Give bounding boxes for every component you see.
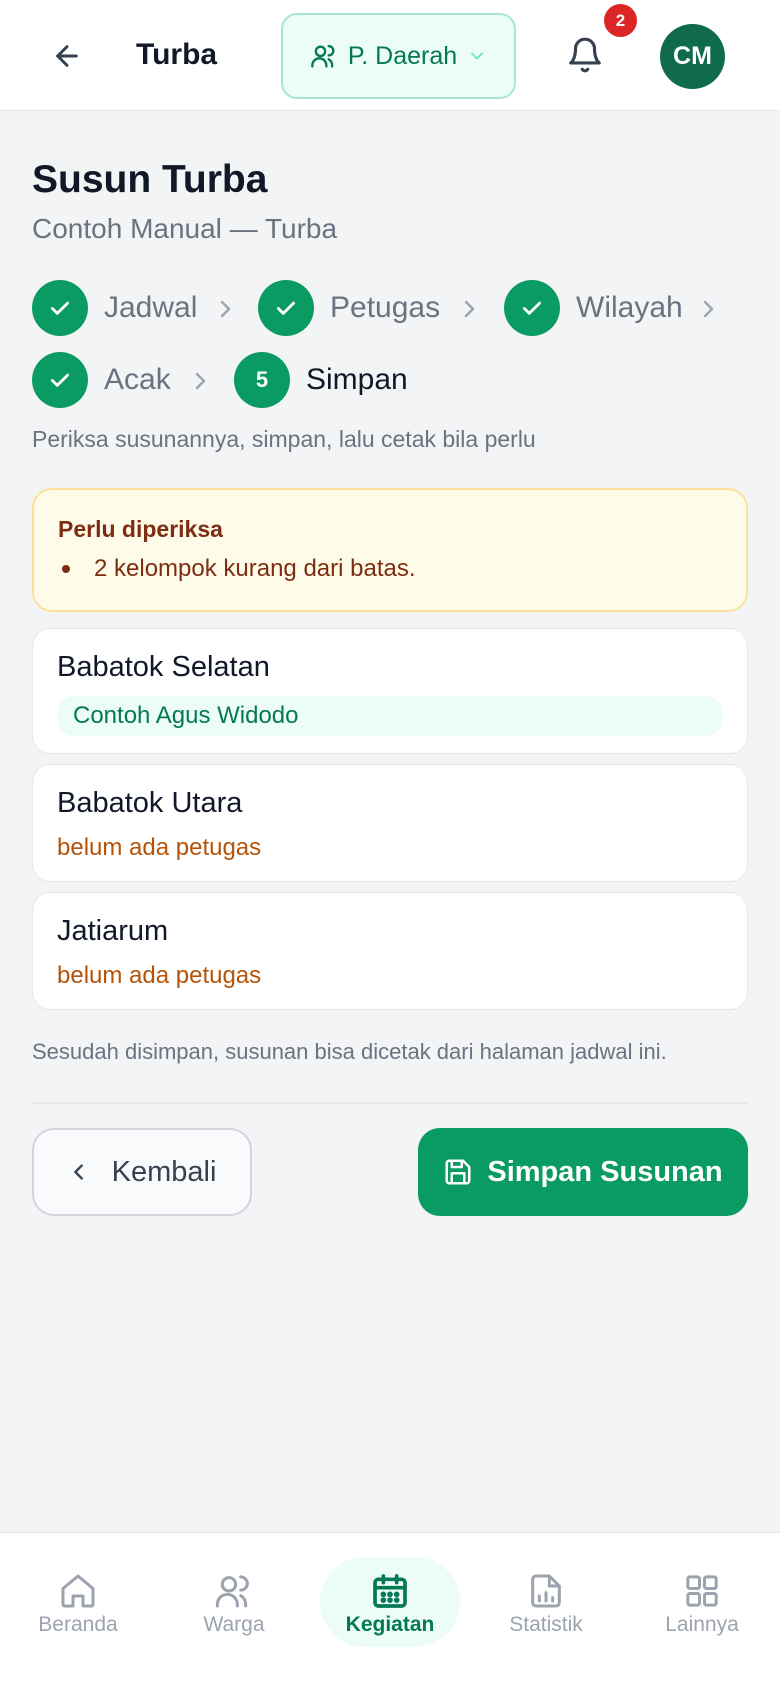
step-hint: Periksa susunannya, simpan, lalu cetak b… <box>32 426 536 452</box>
app-header: Turba P. Daerah 2 CM <box>0 0 780 111</box>
bottom-navigation: Beranda Warga Kegiatan Statistik Lainnya <box>0 1532 780 1688</box>
step-wilayah: Wilayah <box>504 280 683 336</box>
nav-label: Beranda <box>38 1613 118 1636</box>
arrow-left-icon <box>56 45 78 67</box>
nav-item-warga[interactable]: Warga <box>164 1571 304 1665</box>
step-number: 5 <box>234 352 290 408</box>
step-done-indicator <box>32 280 88 336</box>
role-label: P. Daerah <box>347 41 458 70</box>
nav-item-statistik[interactable]: Statistik <box>476 1571 616 1665</box>
notifications-button[interactable] <box>560 30 610 80</box>
alert-title: Perlu diperiksa <box>58 516 223 542</box>
bell-icon <box>569 37 601 73</box>
chart-file-icon <box>531 1574 561 1608</box>
group-name: Babatok Selatan <box>57 651 270 683</box>
chevron-down-icon <box>471 52 484 60</box>
step-label: Acak <box>104 363 171 396</box>
header-title: Turba <box>136 38 218 71</box>
step-label: Jadwal <box>104 291 198 324</box>
step-simpan: 5 Simpan <box>234 352 408 408</box>
role-selector[interactable]: P. Daerah <box>281 13 516 99</box>
footer-note: Sesudah disimpan, susunan bisa dicetak d… <box>32 1039 667 1064</box>
unassigned-status: belum ada petugas <box>57 834 262 861</box>
step-petugas: Petugas <box>258 280 440 336</box>
chevron-right-icon <box>220 300 231 318</box>
chevron-left-icon <box>73 1164 83 1180</box>
save-icon <box>445 1159 471 1185</box>
page-title: Susun Turba <box>32 158 268 201</box>
step-done-indicator <box>504 280 560 336</box>
step-label: Simpan <box>306 363 408 396</box>
alert-item-text: 2 kelompok kurang dari batas. <box>94 555 416 582</box>
nav-item-kegiatan[interactable]: Kegiatan <box>320 1557 460 1647</box>
divider <box>32 1102 748 1104</box>
step-label: Wilayah <box>576 291 683 324</box>
users-icon <box>215 1575 249 1608</box>
chevron-right-icon <box>464 300 475 318</box>
check-icon <box>277 301 295 315</box>
nav-label: Statistik <box>509 1613 583 1636</box>
group-name: Babatok Utara <box>57 787 243 819</box>
nav-item-lainnya[interactable]: Lainnya <box>632 1571 772 1665</box>
notification-badge: 2 <box>604 4 637 37</box>
assignee-chip[interactable]: Contoh Agus Widodo <box>57 696 723 736</box>
chevron-right-icon <box>703 300 714 318</box>
warning-alert: Perlu diperiksa 2 kelompok kurang dari b… <box>32 488 748 612</box>
group-card: Jatiarum belum ada petugas <box>32 892 748 1010</box>
calendar-icon <box>373 1574 407 1608</box>
check-icon <box>51 301 69 315</box>
step-done-indicator <box>258 280 314 336</box>
users-icon <box>310 44 335 68</box>
grid-icon <box>686 1575 718 1607</box>
chevron-right-icon <box>195 372 206 390</box>
alert-item: 2 kelompok kurang dari batas. <box>58 555 722 583</box>
nav-item-beranda[interactable]: Beranda <box>8 1571 148 1665</box>
step-acak: Acak <box>32 352 171 408</box>
step-jadwal: Jadwal <box>32 280 197 336</box>
check-icon <box>523 301 541 315</box>
step-done-indicator <box>32 352 88 408</box>
page-subtitle: Contoh Manual — Turba <box>32 213 338 244</box>
nav-label: Kegiatan <box>345 1613 435 1636</box>
nav-label: Warga <box>203 1613 265 1636</box>
group-card: Babatok Utara belum ada petugas <box>32 764 748 882</box>
step-label: Petugas <box>330 291 441 324</box>
bullet-icon <box>62 565 70 573</box>
home-icon <box>61 1574 95 1608</box>
group-name: Jatiarum <box>57 915 169 947</box>
unassigned-status: belum ada petugas <box>57 962 262 989</box>
avatar[interactable]: CM <box>660 24 725 89</box>
back-button-label: Kembali <box>111 1155 217 1188</box>
nav-label: Lainnya <box>665 1613 739 1636</box>
check-icon <box>51 373 69 387</box>
back-arrow-button[interactable] <box>44 33 90 79</box>
save-button-label: Simpan Susunan <box>487 1155 723 1188</box>
back-button[interactable]: Kembali <box>32 1128 252 1216</box>
save-button[interactable]: Simpan Susunan <box>418 1128 748 1216</box>
group-card: Babatok Selatan Contoh Agus Widodo <box>32 628 748 754</box>
